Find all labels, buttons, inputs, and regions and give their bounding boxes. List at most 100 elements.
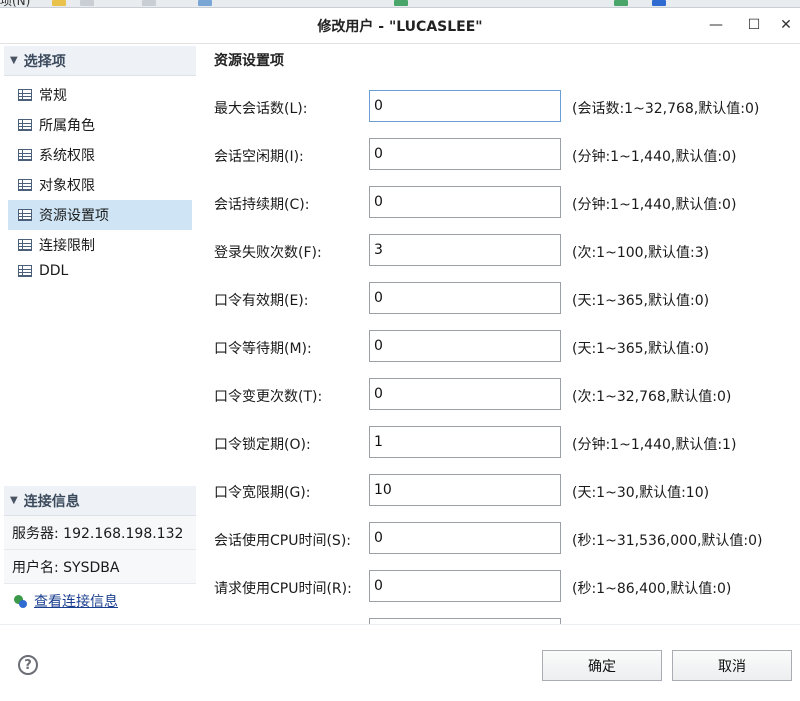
nav-item-roles[interactable]: 所属角色 <box>8 110 192 140</box>
field-hint: (分钟:1~1,440,默认值:1) <box>572 437 737 453</box>
help-icon[interactable]: ? <box>18 655 38 675</box>
table-icon <box>18 239 32 251</box>
field-label: 会话持续期(C): <box>214 197 310 213</box>
close-icon: ✕ <box>780 17 792 33</box>
field-label: 口令等待期(M): <box>214 341 312 357</box>
field-hint: (分钟:1~1,440,默认值:0) <box>572 197 737 213</box>
minimize-button[interactable]: — <box>702 12 730 38</box>
password-grace-time-input[interactable] <box>369 474 561 506</box>
select-items-title: 选择项 <box>23 53 66 70</box>
field-password-lock-time: 口令锁定期(O): (分钟:1~1,440,默认值:1) <box>200 426 800 458</box>
field-password-reuse-time: 口令等待期(M): (天:1~365,默认值:0) <box>200 330 800 362</box>
call-cpu-input[interactable] <box>369 570 561 602</box>
field-password-reuse-max: 口令变更次数(T): (次:1~32,768,默认值:0) <box>200 378 800 410</box>
nav-item-object-privileges[interactable]: 对象权限 <box>8 170 192 200</box>
session-idle-input[interactable] <box>369 138 561 170</box>
user-info: 用户名: SYSDBA <box>4 550 196 584</box>
nav-item-label: 连接限制 <box>39 238 95 254</box>
field-label: 登录失败次数(F): <box>214 245 322 261</box>
maximize-button[interactable]: ☐ <box>740 12 768 38</box>
toolbar-doc-icon[interactable] <box>80 0 94 6</box>
table-icon <box>18 149 32 161</box>
password-reuse-max-input[interactable] <box>369 378 561 410</box>
nav-list: 常规 所属角色 系统权限 对象权限 资源设置项 连接限制 DDL <box>8 80 192 282</box>
toolbar-table-icon[interactable] <box>394 0 408 6</box>
field-label: 请求使用CPU时间(R): <box>214 581 352 597</box>
toolbar-copy-icon[interactable] <box>142 0 156 6</box>
connection-info: 服务器: 192.168.198.132 用户名: SYSDBA 查看连接信息 <box>4 516 196 618</box>
field-label: 口令宽限期(G): <box>214 485 311 501</box>
nav-item-system-privileges[interactable]: 系统权限 <box>8 140 192 170</box>
password-lock-time-input[interactable] <box>369 426 561 458</box>
field-label: 会话空闲期(I): <box>214 149 304 165</box>
field-label: 最大会话数(L): <box>214 101 308 117</box>
dialog-button-bar: ? 确定 取消 <box>0 624 800 701</box>
dialog-title: 修改用户 - "LUCASLEE" <box>317 19 483 35</box>
app-toolbar-strip: 项(N) <box>0 0 800 8</box>
nav-item-ddl[interactable]: DDL <box>8 260 192 282</box>
select-items-header[interactable]: ▼ 选择项 <box>4 46 196 76</box>
field-session-duration: 会话持续期(C): (分钟:1~1,440,默认值:0) <box>200 186 800 218</box>
field-hint: (次:1~32,768,默认值:0) <box>572 389 732 405</box>
close-button[interactable]: ✕ <box>772 12 800 38</box>
nav-item-general[interactable]: 常规 <box>8 80 192 110</box>
field-hint: (次:1~100,默认值:3) <box>572 245 710 261</box>
toolbar-run-icon[interactable] <box>614 0 628 6</box>
toolbar-window-icon[interactable] <box>652 0 666 6</box>
dialog-title-bar: 修改用户 - "LUCASLEE" — ☐ ✕ <box>0 8 800 44</box>
max-sessions-input[interactable] <box>369 90 561 122</box>
session-duration-input[interactable] <box>369 186 561 218</box>
session-cpu-input[interactable] <box>369 522 561 554</box>
server-info: 服务器: 192.168.198.132 <box>4 516 196 550</box>
toolbar-folder-icon[interactable] <box>52 0 66 6</box>
field-hint: (秒:1~86,400,默认值:0) <box>572 581 732 597</box>
connection-icon <box>12 593 28 609</box>
table-icon <box>18 179 32 191</box>
field-label: 口令有效期(E): <box>214 293 309 309</box>
nav-item-label: 所属角色 <box>39 118 95 134</box>
collapse-triangle-icon[interactable]: ▼ <box>10 495 18 506</box>
view-connection-link[interactable]: 查看连接信息 <box>34 591 118 611</box>
nav-item-label: 常规 <box>39 88 67 104</box>
panel-title: 资源设置项 <box>214 53 284 69</box>
field-label: 会话使用CPU时间(S): <box>214 533 351 549</box>
nav-item-label: DDL <box>39 263 69 279</box>
field-login-failures: 登录失败次数(F): (次:1~100,默认值:3) <box>200 234 800 266</box>
nav-item-connection-limits[interactable]: 连接限制 <box>8 230 192 260</box>
password-reuse-time-input[interactable] <box>369 330 561 362</box>
cancel-button[interactable]: 取消 <box>672 650 792 681</box>
minimize-icon: — <box>709 17 723 33</box>
nav-item-label: 对象权限 <box>39 178 95 194</box>
field-hint: (天:1~365,默认值:0) <box>572 341 710 357</box>
toolbar-edit-icon[interactable] <box>198 0 212 6</box>
password-lifetime-input[interactable] <box>369 282 561 314</box>
app-menu-fragment: 项(N) <box>0 0 31 8</box>
maximize-icon: ☐ <box>747 17 761 33</box>
field-password-grace-time: 口令宽限期(G): (天:1~30,默认值:10) <box>200 474 800 506</box>
nav-item-label: 资源设置项 <box>39 208 109 224</box>
field-hint: (会话数:1~32,768,默认值:0) <box>572 101 760 117</box>
ok-button[interactable]: 确定 <box>542 650 662 681</box>
collapse-triangle-icon[interactable]: ▼ <box>10 55 18 66</box>
field-max-sessions: 最大会话数(L): (会话数:1~32,768,默认值:0) <box>200 90 800 122</box>
field-hint: (秒:1~31,536,000,默认值:0) <box>572 533 763 549</box>
field-session-cpu: 会话使用CPU时间(S): (秒:1~31,536,000,默认值:0) <box>200 522 800 554</box>
left-panel: ▼ 选择项 常规 所属角色 系统权限 对象权限 资源设置项 连接限制 DDL ▼… <box>0 44 200 624</box>
connection-info-header[interactable]: ▼ 连接信息 <box>4 486 196 516</box>
field-call-cpu: 请求使用CPU时间(R): (秒:1~86,400,默认值:0) <box>200 570 800 602</box>
connection-info-title: 连接信息 <box>23 493 80 510</box>
nav-item-label: 系统权限 <box>39 148 95 164</box>
login-failures-input[interactable] <box>369 234 561 266</box>
resource-settings-panel: 资源设置项 最大会话数(L): (会话数:1~32,768,默认值:0) 会话空… <box>200 44 800 624</box>
field-label: 口令锁定期(O): <box>214 437 311 453</box>
field-password-lifetime: 口令有效期(E): (天:1~365,默认值:0) <box>200 282 800 314</box>
nav-item-resource-settings[interactable]: 资源设置项 <box>8 200 192 230</box>
view-connection-row: 查看连接信息 <box>4 584 196 618</box>
field-label: 口令变更次数(T): <box>214 389 323 405</box>
field-hint: (天:1~30,默认值:10) <box>572 485 710 501</box>
field-session-idle: 会话空闲期(I): (分钟:1~1,440,默认值:0) <box>200 138 800 170</box>
table-icon <box>18 89 32 101</box>
table-icon <box>18 209 32 221</box>
table-icon <box>18 119 32 131</box>
field-hint: (分钟:1~1,440,默认值:0) <box>572 149 737 165</box>
